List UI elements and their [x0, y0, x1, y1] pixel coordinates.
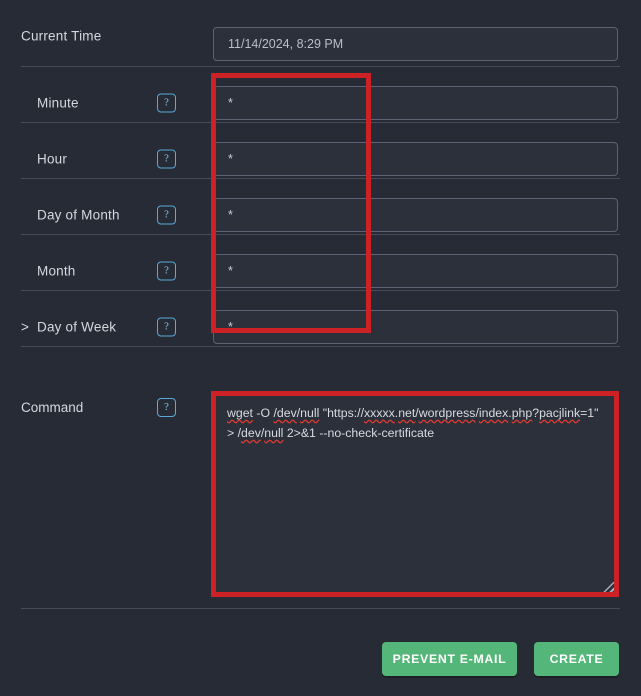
minute-label-text: Minute	[37, 95, 79, 111]
hour-help-icon[interactable]: ?	[157, 149, 176, 169]
day-of-week-help-icon[interactable]: ?	[157, 317, 176, 337]
command-label: Command	[21, 400, 84, 415]
minute-label: Minute	[21, 96, 79, 111]
current-time-label: Current Time	[21, 28, 102, 44]
cmd-t5: null	[300, 406, 320, 420]
cmd-t22: 2>&1 --no-check-certificate	[283, 426, 435, 440]
day-of-month-input[interactable]	[213, 198, 618, 232]
cmd-t3: /dev	[273, 406, 297, 420]
cmd-t11: wordpress	[418, 406, 476, 420]
cmd-t15: php	[511, 406, 533, 420]
day-of-month-label-text: Day of Month	[37, 207, 120, 223]
day-of-week-caret: >	[21, 319, 30, 335]
divider-6	[21, 346, 620, 347]
cmd-t7: xxxxx	[364, 406, 395, 420]
hour-input[interactable]	[213, 142, 618, 176]
cmd-t9: net	[398, 406, 416, 420]
minute-input[interactable]	[213, 86, 618, 120]
current-time-row: Current Time	[0, 8, 641, 64]
month-label: Month	[21, 264, 76, 279]
textarea-resize-handle[interactable]	[603, 582, 615, 594]
day-of-week-input[interactable]	[213, 310, 618, 344]
cmd-t19: dev	[241, 426, 261, 440]
day-of-month-label: Day of Month	[21, 208, 120, 223]
prevent-email-button[interactable]: PREVENT E-MAIL	[382, 642, 517, 676]
divider-3	[21, 178, 620, 179]
cmd-t1: wget	[227, 406, 253, 420]
minute-help-icon[interactable]: ?	[157, 93, 176, 113]
month-help-icon[interactable]: ?	[157, 261, 176, 281]
day-of-week-label: > Day of Week	[21, 320, 116, 335]
hour-label: Hour	[21, 152, 67, 167]
command-input[interactable]: wget -O /dev/null "https://xxxxx.net/wor…	[213, 393, 618, 597]
day-of-month-help-icon[interactable]: ?	[157, 205, 176, 225]
month-input[interactable]	[213, 254, 618, 288]
current-time-input[interactable]	[213, 27, 618, 61]
day-of-week-label-text: Day of Week	[37, 319, 117, 335]
divider-5	[21, 290, 620, 291]
cron-job-editor-form: Current Time Minute ? Hour ? Day of Mont…	[0, 0, 641, 696]
create-button[interactable]: CREATE	[534, 642, 619, 676]
divider-2	[21, 122, 620, 123]
form-footer: PREVENT E-MAIL CREATE	[0, 614, 641, 696]
hour-label-text: Hour	[37, 151, 68, 167]
cmd-t21: null	[264, 426, 284, 440]
month-label-text: Month	[37, 263, 76, 279]
cmd-t13: index	[478, 406, 509, 420]
command-row: Command ? wget -O /dev/null "https://xxx…	[0, 380, 641, 600]
divider-1	[21, 66, 620, 67]
divider-4	[21, 234, 620, 235]
command-help-icon[interactable]: ?	[157, 398, 176, 417]
divider-7	[21, 608, 620, 609]
cmd-t2: -O	[252, 406, 274, 420]
cmd-t6: "https://	[319, 406, 365, 420]
cmd-t17: pacjlink	[539, 406, 581, 420]
